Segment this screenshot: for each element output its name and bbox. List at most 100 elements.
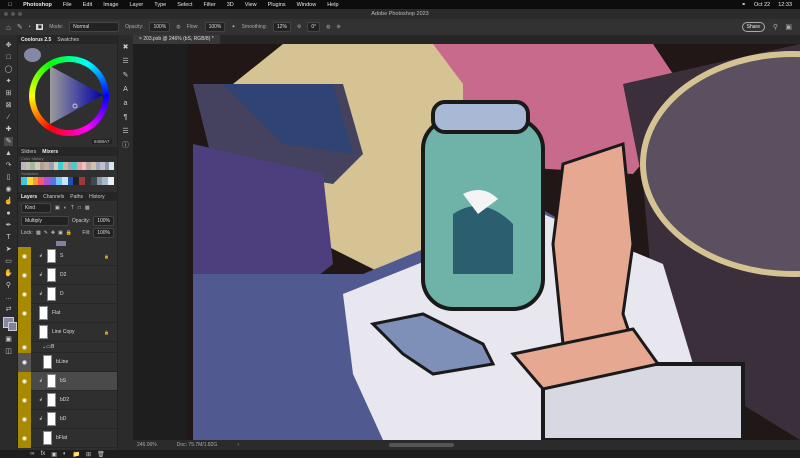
canvas[interactable]: [133, 44, 800, 440]
close-window-button[interactable]: [4, 12, 8, 16]
layer-row[interactable]: ◉ ⌄▭ B: [18, 341, 117, 353]
pressure-opacity-icon[interactable]: ◍: [176, 24, 180, 30]
layer-row[interactable]: ◉ ↲ bD2: [18, 390, 117, 410]
smoothing-gear-icon[interactable]: ⚙: [297, 24, 301, 30]
filter-adjustment-icon[interactable]: ◐: [64, 205, 67, 211]
pen-tool-icon[interactable]: ✒: [4, 221, 13, 230]
visibility-eye-icon[interactable]: ◉: [18, 352, 31, 372]
app-name[interactable]: Photoshop: [23, 2, 52, 8]
color-triangle[interactable]: [35, 62, 103, 130]
menu-plugins[interactable]: Plugins: [268, 2, 286, 8]
pressure-size-icon[interactable]: ◍: [326, 24, 330, 30]
menu-layer[interactable]: Layer: [130, 2, 144, 8]
marquee-tool-icon[interactable]: □: [4, 53, 13, 62]
quick-select-icon[interactable]: ✦: [4, 77, 13, 86]
menu-window[interactable]: Window: [297, 2, 317, 8]
document-tab[interactable]: × 203.psb @ 246% (bS, RGB/8) *: [133, 35, 220, 44]
filter-shape-icon[interactable]: □: [78, 205, 81, 211]
color-history[interactable]: [21, 162, 115, 170]
layer-opacity-input[interactable]: 100%: [93, 216, 114, 226]
menu-help[interactable]: Help: [327, 2, 338, 8]
visibility-eye-icon[interactable]: ◉: [18, 303, 31, 323]
tab-coolorus[interactable]: Coolorus 2.5: [21, 37, 51, 43]
screen-mode-icon[interactable]: ◫: [4, 347, 13, 356]
menu-file[interactable]: File: [63, 2, 72, 8]
menu-edit[interactable]: Edit: [83, 2, 92, 8]
layer-row[interactable]: ◉ ↲ bS: [18, 371, 117, 391]
tab-channels[interactable]: Channels: [43, 194, 64, 200]
apple-icon[interactable]: : [8, 2, 12, 8]
lock-artboard-icon[interactable]: ▣: [58, 230, 63, 236]
layer-name[interactable]: S: [60, 253, 63, 259]
filter-pixel-icon[interactable]: ▣: [55, 205, 60, 211]
adjustment-layer-icon[interactable]: ◐: [63, 451, 67, 458]
menu-type[interactable]: Type: [154, 2, 166, 8]
color-swatch[interactable]: [108, 177, 114, 185]
character-icon[interactable]: A: [121, 85, 130, 94]
path-select-icon[interactable]: ➤: [4, 245, 13, 254]
layer-name[interactable]: Flat: [52, 310, 60, 316]
angle-input[interactable]: 0°: [307, 22, 321, 32]
visibility-eye-icon[interactable]: ◉: [18, 428, 31, 448]
tab-paths[interactable]: Paths: [70, 194, 83, 200]
foreground-color[interactable]: [3, 317, 17, 331]
lock-position-icon[interactable]: ✥: [51, 230, 55, 236]
info-icon[interactable]: ⓘ: [121, 141, 130, 150]
layer-name[interactable]: D: [60, 291, 64, 297]
layer-row[interactable]: ◉ ↲ S 🔒: [18, 246, 117, 266]
eraser-icon[interactable]: ▯: [4, 173, 13, 182]
stamp-tool-icon[interactable]: ▲: [4, 149, 13, 158]
layer-row[interactable]: ◉ Flat: [18, 303, 117, 323]
swatches[interactable]: [21, 177, 114, 185]
visibility-eye-icon[interactable]: ◉: [18, 265, 31, 285]
layer-row[interactable]: ◉ ↲ D: [18, 284, 117, 304]
tab-layers[interactable]: Layers: [21, 194, 37, 200]
menu-select[interactable]: Select: [177, 2, 192, 8]
layer-name[interactable]: bFlat: [56, 435, 67, 441]
hex-value[interactable]: 8488A7: [92, 139, 112, 144]
visibility-eye-icon[interactable]: ◉: [18, 322, 31, 342]
status-chevron-icon[interactable]: ›: [237, 442, 239, 448]
frame-tool-icon[interactable]: ⊠: [4, 101, 13, 110]
link-layers-icon[interactable]: ∞: [30, 451, 34, 458]
eyedropper-icon[interactable]: ∕: [4, 113, 13, 122]
quick-mask-icon[interactable]: ▣: [4, 335, 13, 344]
smudge-icon[interactable]: ☝: [4, 197, 13, 206]
menu-3d[interactable]: 3D: [227, 2, 234, 8]
layer-row[interactable]: ◉ Line Copy 🔒: [18, 322, 117, 342]
opacity-input[interactable]: 100%: [149, 22, 171, 32]
layer-row[interactable]: ◉ ↲ bD: [18, 409, 117, 429]
share-button[interactable]: Share: [741, 22, 765, 32]
artwork[interactable]: [133, 44, 800, 440]
visibility-eye-icon[interactable]: ◉: [18, 371, 31, 391]
filter-type-icon[interactable]: T: [71, 205, 74, 211]
paint-bucket-icon[interactable]: ◉: [4, 185, 13, 194]
glyphs-icon[interactable]: a: [121, 99, 130, 108]
menu-image[interactable]: Image: [103, 2, 118, 8]
zoom-tool-icon[interactable]: ⚲: [4, 281, 13, 290]
paragraph-icon[interactable]: ¶: [121, 113, 130, 122]
new-layer-icon[interactable]: ⊞: [86, 451, 91, 458]
filter-smart-icon[interactable]: ▩: [85, 205, 90, 211]
flow-input[interactable]: 100%: [204, 22, 226, 32]
search-icon[interactable]: ⚲: [773, 23, 778, 31]
tool-presets-icon[interactable]: ✖: [121, 43, 130, 52]
more-tools-icon[interactable]: …: [4, 293, 13, 302]
layer-row[interactable]: ◉ ↲ D2: [18, 265, 117, 285]
layer-name[interactable]: bLine: [56, 359, 68, 365]
home-icon[interactable]: ⌂: [6, 23, 11, 32]
dodge-icon[interactable]: ●: [4, 209, 13, 218]
brush-tool-icon[interactable]: ✎: [4, 137, 13, 146]
layer-row[interactable]: ◉ bFlat: [18, 428, 117, 448]
minimize-button[interactable]: [11, 12, 15, 16]
filter-kind-select[interactable]: Kind: [21, 203, 51, 213]
lock-all-icon[interactable]: 🔒: [66, 230, 72, 236]
tab-history[interactable]: History: [89, 194, 105, 200]
type-tool-icon[interactable]: T: [4, 233, 13, 242]
visibility-eye-icon[interactable]: ◉: [18, 341, 31, 353]
tab-sliders[interactable]: Sliders: [21, 149, 36, 155]
doc-size[interactable]: Doc: 75.7M/1.82G: [177, 442, 218, 448]
headphones-icon[interactable]: ⚭: [741, 2, 746, 8]
symmetry-icon[interactable]: ⊛: [337, 24, 341, 30]
tab-mixers[interactable]: Mixers: [42, 149, 58, 155]
